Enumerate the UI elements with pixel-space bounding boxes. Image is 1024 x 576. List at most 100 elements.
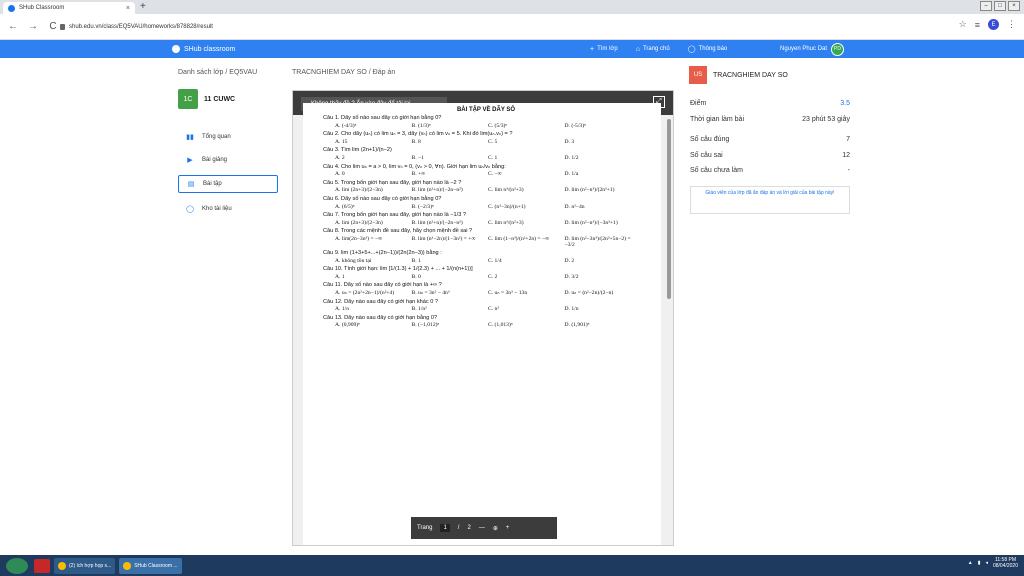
breadcrumb-class[interactable]: Danh sách lớp / EQ5VAU [178,69,257,76]
option: D. lim (n²−n³)/(2n³+1) [564,187,615,194]
clock-date: 08/04/2020 [992,563,1018,569]
reload-button[interactable]: C [46,21,60,32]
question-2: Câu 2. Cho dãy (uₙ) có lim uₙ = 3, dãy (… [323,131,513,138]
pdf-viewer[interactable]: Không thấy đề ? Ấn vào đây để tải lại ⤢ … [292,90,674,546]
taskbar-window-1[interactable]: (2) ích hợp họp s... [54,557,116,574]
app-icon[interactable] [34,558,50,573]
taskbar-window-label: SHub Classroom ... [134,562,178,569]
pdf-page: BÀI TẬP VỀ DÃY SỐ Câu 1. Dãy số nào sau … [303,103,661,545]
question-7: Câu 7. Trong bốn giới hạn sau đây, giới … [323,212,466,219]
question-5: Câu 5. Trong bốn giới hạn sau đây, giới … [323,179,462,186]
taskbar-window-2[interactable]: SHub Classroom ... [119,557,182,574]
app-nav: + Tìm lớp ⌂ Trang chủ ◯ Thông báo [590,40,727,58]
nav-notifications-label: Thông báo [698,46,728,52]
option: B. lim (n²+n)/(−2n−n²) [411,187,463,194]
url-text: shub.edu.vn/class/EQ5VAU/homeworks/87882… [69,24,213,30]
page-number-input[interactable]: 1 [440,524,450,532]
folder-icon: ◯ [186,206,194,213]
browser-tab-strip: SHub Classroom × + – □ × [0,0,1024,14]
browser-menu-icon[interactable]: ⋮ [1007,19,1016,30]
result-value: 23 phút 53 giây [802,116,850,123]
class-name: 11 CUWC [204,95,236,103]
browser-tab[interactable]: SHub Classroom × [3,2,135,14]
option: A. lim(2n−3n³) = −∞ [335,235,383,242]
cast-icon[interactable]: ≡ [975,20,980,30]
brand-name: SHub classroom [184,45,236,53]
profile-avatar[interactable]: E [988,19,999,30]
option: C. n² [488,306,500,313]
maximize-button[interactable]: □ [994,1,1006,11]
page-total: 2 [467,525,471,531]
option: D. 3 [564,138,575,145]
brand[interactable]: SHub classroom [172,45,235,53]
window-close-button[interactable]: × [1008,1,1020,11]
option: C. lim n³/(n²+3) [488,219,524,226]
bookmark-star-icon[interactable]: ☆ [959,19,967,30]
zoom-in-button[interactable]: + [506,525,510,531]
option: A. (0,909)ⁿ [335,322,360,329]
browser-toolbar: ← → C shub.edu.vn/class/EQ5VAU/homeworks… [0,14,1024,40]
zoom-icon[interactable]: ⊕ [493,525,498,532]
question-1-options: A. (-4/3)ⁿ B. (1/3)ⁿ C. (5/3)ⁿ D. (-5/3)… [323,123,649,130]
option: A. lim (2n+3)/(2−3n) [335,219,383,226]
option: A. không tồn tại [335,257,372,264]
viewer-scrollbar[interactable] [667,119,671,299]
document-title: BÀI TẬP VỀ DÃY SỐ [456,107,516,113]
option: A. lim (2n+3)/(2−3n) [335,187,383,194]
sidebar-item-label: Bài giảng [202,157,228,163]
option: C. (n³−3n)/(n+1) [488,203,526,210]
start-button[interactable] [6,557,28,574]
minimize-button[interactable]: – [980,1,992,11]
tab-title: SHub Classroom [19,5,65,11]
zoom-out-button[interactable]: — [479,525,485,531]
question-4-options: A. 0 B. +∞ C. −∞ D. 1/a [323,171,649,178]
result-row-time: Thời gian làm bài 23 phút 53 giây [690,116,850,123]
option: B. −1 [411,154,424,161]
clock[interactable]: 11:58 PM 08/04/2020 [993,557,1018,569]
forward-button[interactable]: → [26,21,40,32]
option: D. lim (n²−n³)/(−3n³+1) [564,219,618,226]
address-bar[interactable]: shub.edu.vn/class/EQ5VAU/homeworks/87882… [60,18,940,36]
back-button[interactable]: ← [6,21,20,32]
sidebar-item-documents[interactable]: ◯ Kho tài liệu [178,200,278,218]
result-label: Điểm [690,100,707,107]
sidebar-item-lectures[interactable]: ▶ Bài giảng [178,151,278,169]
option: D. 3/2 [564,273,579,280]
tray-arrow-icon[interactable]: ▲ [968,560,973,566]
toolbar-actions: ☆ ≡ E ⋮ [959,19,1016,30]
option: A. (6/5)ⁿ [335,203,355,210]
user-name: Nguyen Phuc Dat [780,46,828,52]
volume-icon[interactable]: ◂ [985,560,988,566]
network-icon[interactable]: ▮ [978,560,981,566]
class-badge: 1C [178,89,198,109]
sidebar-item-homework[interactable]: ▤ Bài tập [178,175,278,193]
nav-notifications[interactable]: ◯ Thông báo [688,45,728,53]
option: B. 8 [411,138,421,145]
window-controls: – □ × [980,1,1020,11]
page-navigator: Trang 1 / 2 — ⊕ + [411,517,557,539]
question-10-options: A. 1 B. 0 C. 2 D. 3/2 [323,274,649,281]
question-1: Câu 1. Dãy số nào sau đây có giới hạn bằ… [323,115,442,121]
sidebar-item-overview[interactable]: ▮▮ Tổng quan [178,128,278,146]
option: B. lim (n³−2n)/(1−3n²) = +∞ [411,235,476,242]
option: A. 1 [335,273,345,280]
bell-icon: ◯ [687,46,696,53]
result-row-score: Điểm 3.5 [690,100,850,107]
breadcrumb-homework[interactable]: TRACNGHIEM DAY SO / Đáp án [292,69,395,76]
nav-find-class[interactable]: + Tìm lớp [590,46,618,53]
page-separator: / [457,525,460,531]
nav-home[interactable]: ⌂ Trang chủ [636,46,670,53]
result-value: 12 [842,152,850,159]
new-tab-button[interactable]: + [140,1,146,12]
system-tray: ▲ ▮ ◂ 11:58 PM 08/04/2020 [968,557,1018,569]
homework-title: TRACNGHIEM DAY SO [713,71,788,79]
shub-favicon-icon [8,4,15,12]
sidebar-item-label: Bài tập [203,181,222,187]
option: B. 1 [411,257,421,264]
tab-close-icon[interactable]: × [126,5,130,12]
home-icon: ⌂ [635,45,640,53]
question-9-options: A. không tồn tại B. 1 C. 1/4 D. 2 [323,258,649,265]
user-menu[interactable]: Nguyen Phuc Dat PD [780,40,845,58]
question-12: Câu 12. Dãy nào sau đây có giới hạn khác… [323,298,438,305]
option: B. (−2/3)ⁿ [411,203,434,210]
